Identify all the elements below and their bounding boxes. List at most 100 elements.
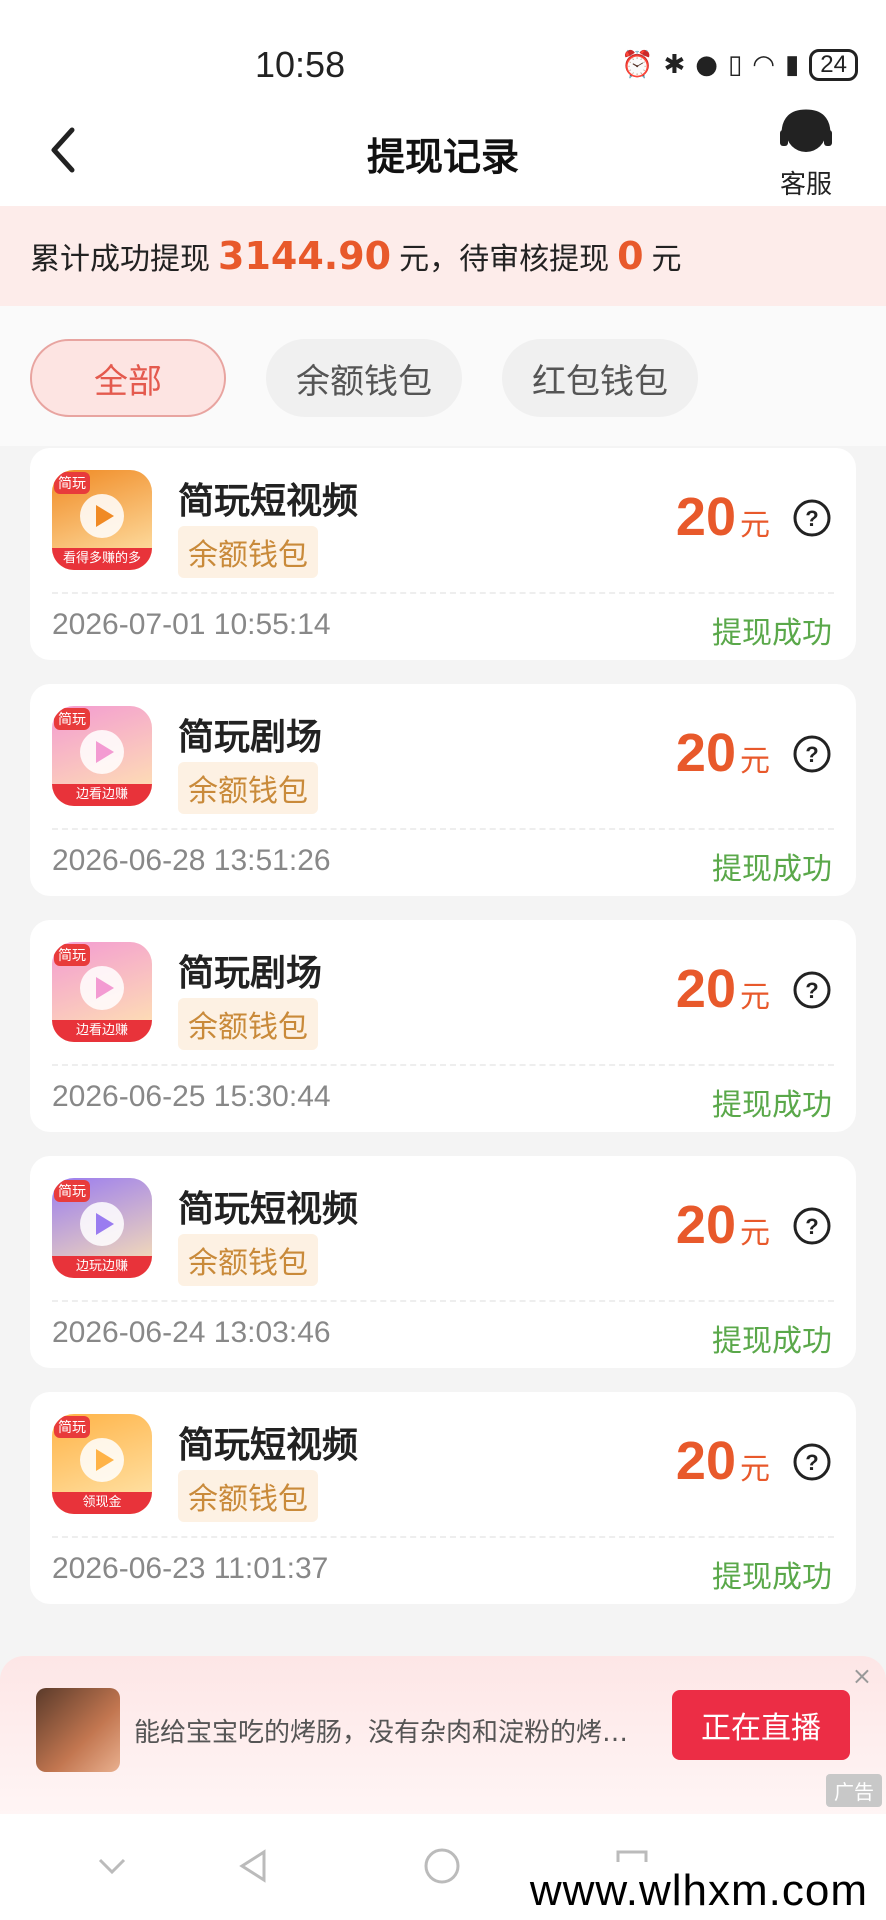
app-icon-ribbon: 边玩边赚	[52, 1256, 152, 1278]
amount-value: 20	[675, 1195, 736, 1255]
amount-unit: 元	[740, 508, 770, 543]
live-now-button[interactable]: 正在直播	[672, 1690, 850, 1760]
help-icon[interactable]: ?	[792, 734, 832, 774]
withdraw-amount: 20 元	[676, 1430, 770, 1492]
system-nav-bar: www.wlhxm.com	[0, 1814, 886, 1920]
ad-banner[interactable]: 能给宝宝吃的烤肠，没有杂肉和淀粉的烤… 正在直播 × 广告	[0, 1656, 886, 1814]
wallet-badge: 余额钱包	[178, 1234, 318, 1286]
status-time: 10:58	[255, 44, 346, 85]
withdraw-amount: 20 元	[676, 1194, 770, 1256]
record-status: 提现成功	[712, 616, 832, 651]
home-circle-icon[interactable]	[420, 1844, 464, 1888]
amount-unit: 元	[740, 1216, 770, 1251]
app-icon: 简玩 领现金	[52, 1414, 152, 1514]
location-icon: ●	[695, 50, 718, 80]
record-status: 提现成功	[712, 852, 832, 887]
wifi-icon: ◠	[752, 50, 775, 80]
withdraw-amount: 20 元	[676, 486, 770, 548]
amount-value: 20	[675, 487, 736, 547]
record-time: 2026-06-23 11:01:37	[52, 1552, 329, 1585]
withdraw-amount: 20 元	[676, 958, 770, 1020]
record-time: 2026-06-28 13:51:26	[52, 844, 331, 877]
wallet-badge: 余额钱包	[178, 526, 318, 578]
app-icon-ribbon: 边看边赚	[52, 784, 152, 806]
amount-unit: 元	[740, 1452, 770, 1487]
tab-balance-wallet[interactable]: 余额钱包	[266, 339, 462, 417]
divider	[52, 592, 834, 594]
wallet-badge: 余额钱包	[178, 762, 318, 814]
record-time: 2026-06-25 15:30:44	[52, 1080, 331, 1113]
tab-all[interactable]: 全部	[30, 339, 226, 417]
status-icons: ⏰ ✱ ● ▯ ◠ ▮ 24	[621, 48, 858, 82]
app-icon-ribbon: 领现金	[52, 1492, 152, 1514]
summary-prefix: 累计成功提现	[30, 242, 210, 277]
record-status: 提现成功	[712, 1560, 832, 1595]
pending-amount: 0	[617, 234, 644, 278]
help-icon[interactable]: ?	[792, 498, 832, 538]
customer-service-button[interactable]: 客服	[766, 108, 846, 201]
record-status: 提现成功	[712, 1088, 832, 1123]
divider	[52, 1064, 834, 1066]
wallet-badge: 余额钱包	[178, 998, 318, 1050]
app-icon: 简玩 边玩边赚	[52, 1178, 152, 1278]
app-name: 简玩短视频	[178, 1189, 359, 1230]
svg-text:?: ?	[805, 1214, 818, 1239]
withdraw-amount: 20 元	[676, 722, 770, 784]
summary-suffix: 元	[651, 242, 682, 277]
app-name: 简玩剧场	[178, 953, 323, 994]
divider	[52, 828, 834, 830]
ad-text: 能给宝宝吃的烤肠，没有杂肉和淀粉的烤…	[134, 1718, 629, 1748]
app-name: 简玩短视频	[178, 1425, 359, 1466]
amount-value: 20	[675, 723, 736, 783]
withdrawal-record-list: 简玩 看得多赚的多 简玩短视频 余额钱包 20 元 ? 2026-07-01 1…	[30, 448, 856, 1628]
help-icon[interactable]: ?	[792, 1442, 832, 1482]
record-time: 2026-07-01 10:55:14	[52, 608, 331, 641]
service-label: 客服	[779, 170, 832, 200]
record-card[interactable]: 简玩 领现金 简玩短视频 余额钱包 20 元 ? 2026-06-23 11:0…	[30, 1392, 856, 1604]
record-card[interactable]: 简玩 边看边赚 简玩剧场 余额钱包 20 元 ? 2026-06-25 15:3…	[30, 920, 856, 1132]
filter-tabs: 全部 余额钱包 红包钱包	[0, 306, 886, 446]
app-name: 简玩短视频	[178, 481, 359, 522]
alarm-icon: ⏰	[621, 50, 654, 80]
amount-unit: 元	[740, 980, 770, 1015]
amount-value: 20	[675, 1431, 736, 1491]
app-icon: 简玩 看得多赚的多	[52, 470, 152, 570]
record-card[interactable]: 简玩 看得多赚的多 简玩短视频 余额钱包 20 元 ? 2026-07-01 1…	[30, 448, 856, 660]
ad-thumbnail	[36, 1688, 120, 1772]
app-icon: 简玩 边看边赚	[52, 706, 152, 806]
total-withdrawn: 3144.90	[218, 234, 392, 278]
nav-bar: 提现记录 客服	[0, 100, 886, 206]
record-card[interactable]: 简玩 边玩边赚 简玩短视频 余额钱包 20 元 ? 2026-06-24 13:…	[30, 1156, 856, 1368]
tab-red-packet-wallet[interactable]: 红包钱包	[502, 339, 698, 417]
summary-mid: 元，待审核提现	[399, 242, 610, 277]
ad-label: 广告	[826, 1774, 882, 1807]
record-time: 2026-06-24 13:03:46	[52, 1316, 331, 1349]
back-triangle-icon[interactable]	[232, 1844, 276, 1888]
svg-text:?: ?	[805, 742, 818, 767]
divider	[52, 1536, 834, 1538]
status-bar: 10:58 ⏰ ✱ ● ▯ ◠ ▮ 24	[0, 0, 886, 100]
ad-close-icon[interactable]: ×	[852, 1662, 872, 1690]
divider	[52, 1300, 834, 1302]
watermark: www.wlhxm.com	[511, 1862, 886, 1920]
signal-icon: ▮	[784, 50, 800, 80]
help-icon[interactable]: ?	[792, 1206, 832, 1246]
app-icon-ribbon: 边看边赚	[52, 1020, 152, 1042]
page-title: 提现记录	[366, 135, 519, 179]
amount-unit: 元	[740, 744, 770, 779]
wallet-badge: 余额钱包	[178, 1470, 318, 1522]
svg-text:?: ?	[805, 1450, 818, 1475]
help-icon[interactable]: ?	[792, 970, 832, 1010]
app-icon-ribbon: 看得多赚的多	[52, 548, 152, 570]
record-card[interactable]: 简玩 边看边赚 简玩剧场 余额钱包 20 元 ? 2026-06-28 13:5…	[30, 684, 856, 896]
record-status: 提现成功	[712, 1324, 832, 1359]
vibrate-icon: ▯	[727, 50, 743, 80]
battery-indicator: 24	[809, 49, 858, 81]
amount-value: 20	[675, 959, 736, 1019]
chevron-down-icon[interactable]	[90, 1844, 134, 1888]
summary-banner: 累计成功提现 3144.90 元，待审核提现 0 元	[0, 206, 886, 306]
svg-text:?: ?	[805, 978, 818, 1003]
headset-icon	[780, 109, 832, 152]
bluetooth-icon: ✱	[663, 50, 686, 80]
app-icon: 简玩 边看边赚	[52, 942, 152, 1042]
